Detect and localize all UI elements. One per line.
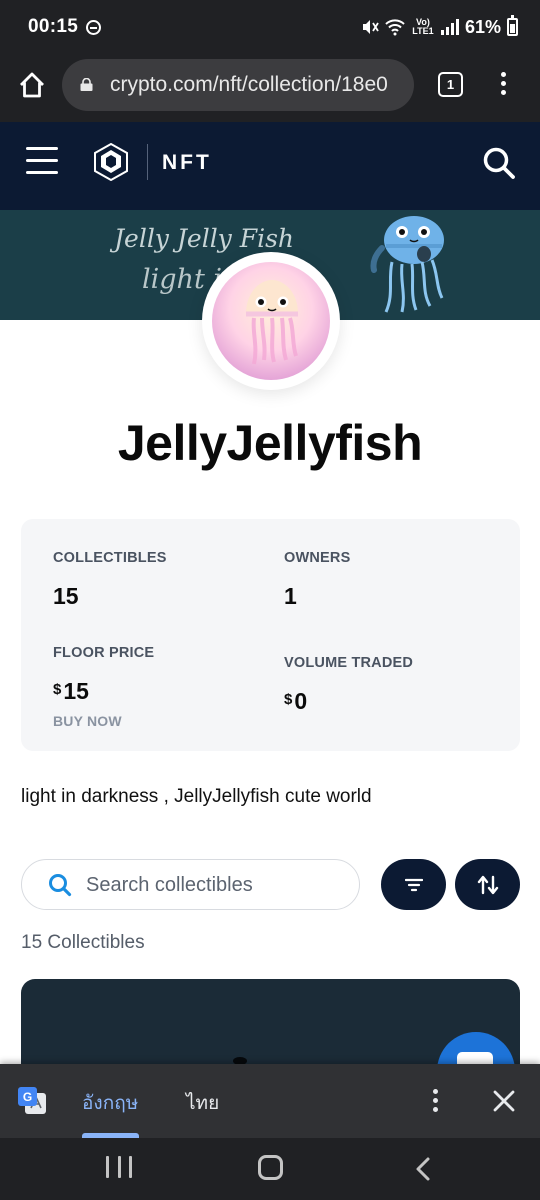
floor-price-value: $15 — [53, 678, 89, 705]
collectibles-count: 15 Collectibles — [21, 932, 145, 953]
floor-price-label: FLOOR PRICE — [53, 645, 155, 661]
volume-traded-label: VOLUME TRADED — [284, 655, 414, 671]
address-bar[interactable]: crypto.com/nft/collection/18e0 — [62, 59, 414, 111]
back-icon[interactable] — [410, 1155, 438, 1183]
home-icon — [20, 72, 44, 98]
owners-label: OWNERS — [284, 550, 351, 566]
battery-icon — [507, 15, 518, 36]
owners-value: 1 — [284, 583, 297, 609]
wifi-icon — [385, 19, 405, 36]
collection-description: light in darkness , JellyJellyfish cute … — [21, 786, 372, 807]
google-translate-icon: G — [18, 1087, 46, 1114]
sort-button[interactable] — [455, 859, 520, 910]
status-time: 00:15 — [28, 16, 79, 37]
filter-button[interactable] — [381, 859, 446, 910]
tab-switcher-button[interactable]: 1 — [438, 72, 463, 97]
browser-toolbar: crypto.com/nft/collection/18e0 1 — [0, 54, 540, 122]
status-bar: 00:15 Vo) LTE1 61% — [0, 0, 540, 54]
sort-icon — [477, 875, 498, 894]
source-language-tab[interactable]: อังกฤษ — [82, 1088, 138, 1118]
collectibles-value: 15 — [53, 583, 79, 609]
avatar-image — [212, 262, 330, 380]
signal-icon — [440, 19, 459, 35]
buy-now-link[interactable]: BUY NOW — [53, 713, 122, 729]
search-collectibles-input[interactable] — [86, 870, 346, 900]
volume-amount: 0 — [294, 688, 308, 714]
translate-options-button[interactable] — [429, 1089, 441, 1115]
url-text: crypto.com/nft/collection/18e0 — [110, 73, 388, 96]
mute-icon — [362, 20, 379, 34]
home-nav-button[interactable] — [258, 1155, 283, 1180]
browser-menu-button[interactable] — [493, 72, 513, 100]
system-nav-bar — [0, 1138, 540, 1200]
translate-bar: G อังกฤษ ไทย — [0, 1064, 540, 1138]
home-button[interactable] — [16, 69, 48, 101]
banner-text-line1: Jelly Jelly Fish — [114, 224, 295, 253]
svg-text:G: G — [23, 1090, 32, 1104]
search-collectibles-box[interactable] — [21, 859, 360, 910]
menu-icon[interactable] — [26, 147, 58, 175]
jellyfish-avatar-icon — [246, 280, 298, 365]
crypto-com-logo-icon[interactable] — [94, 143, 128, 181]
target-language-tab[interactable]: ไทย — [186, 1088, 219, 1118]
site-header: NFT — [0, 122, 540, 210]
do-not-disturb-icon — [86, 20, 101, 35]
stats-card: COLLECTIBLES 15 OWNERS 1 FLOOR PRICE $15… — [21, 519, 520, 751]
volume-currency: $ — [284, 691, 293, 708]
filter-icon — [404, 878, 423, 891]
jellyfish-illustration — [370, 216, 444, 313]
floor-price-currency: $ — [53, 681, 62, 698]
logo-divider — [147, 144, 148, 180]
network-label: Vo) LTE1 — [412, 17, 434, 36]
lock-icon — [80, 78, 93, 91]
collection-title: JellyJellyfish — [117, 415, 423, 471]
search-icon — [49, 874, 72, 897]
floor-price-amount: 15 — [63, 678, 89, 704]
collectibles-label: COLLECTIBLES — [53, 550, 167, 566]
volume-traded-value: $0 — [284, 688, 307, 715]
collection-avatar — [202, 252, 340, 390]
search-icon[interactable] — [482, 146, 516, 180]
battery-percent: 61% — [464, 16, 501, 37]
logo-text[interactable]: NFT — [162, 151, 212, 175]
status-icons: Vo) LTE1 61% — [361, 14, 518, 40]
recents-button[interactable] — [106, 1156, 132, 1180]
close-icon[interactable] — [490, 1087, 518, 1115]
